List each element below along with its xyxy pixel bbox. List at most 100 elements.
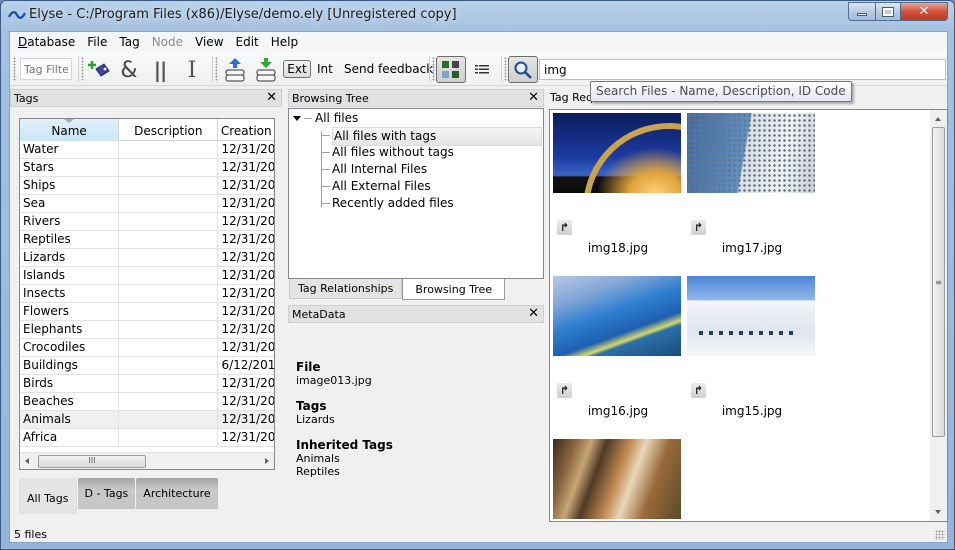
and-operator-button[interactable]: & [117,57,141,83]
table-row[interactable]: Reptiles 12/31/201 [20,231,274,249]
cell-description [119,213,219,230]
table-row[interactable]: Beaches 12/31/201 [20,393,274,411]
tree-item[interactable]: All files without tags [321,144,454,161]
file-thumbnail[interactable]: ↱ img16.jpg [553,276,683,418]
cell-creation: 12/31/201 [221,142,274,156]
metadata-file-value: image013.jpg [296,374,372,387]
table-row[interactable]: Elephants 12/31/201 [20,321,274,339]
column-header-description[interactable]: Description [119,119,219,141]
close-metadata-icon[interactable]: ✕ [528,306,539,321]
toolbar-grip[interactable] [13,57,16,81]
toolbar-grip[interactable] [432,57,435,81]
import-button[interactable] [254,58,278,82]
cell-creation: 12/31/201 [221,412,274,426]
scrollbar-thumb[interactable]: III [38,455,146,468]
menu-file[interactable]: File [81,32,113,52]
file-thumbnail[interactable] [553,439,683,519]
table-row[interactable]: Insects 12/31/201 [20,285,274,303]
and-operator-icon: & [120,57,138,83]
scroll-right-icon[interactable] [265,458,269,464]
import-icon [256,58,276,82]
cell-creation: 12/31/201 [221,160,274,174]
tree-root-all-files[interactable]: All files [293,111,358,125]
table-row[interactable]: Water 12/31/201 [20,141,274,159]
minimize-button[interactable] [848,2,875,21]
table-row[interactable]: Lizards 12/31/201 [20,249,274,267]
expand-arrow-icon[interactable] [293,115,301,121]
menu-database[interactable]: Database [12,32,81,52]
metadata-file-heading: File [296,360,321,374]
column-header-creation[interactable]: Creation [218,119,274,141]
internal-files-toggle[interactable]: Int [317,62,333,76]
table-row[interactable]: Birds 12/31/201 [20,375,274,393]
maximize-button[interactable] [875,2,901,21]
file-thumbnail[interactable]: ↱ img17.jpg [687,113,817,255]
or-operator-icon: || [153,58,168,82]
title-bar[interactable]: Elyse - C:/Program Files (x86)/Elyse/dem… [1,1,954,31]
close-tags-panel-icon[interactable]: ✕ [266,90,277,105]
tab-tag-relationships[interactable]: Tag Relationships [289,279,403,299]
tag-group-tabs: All Tags D - Tags Architecture [19,478,218,514]
thumbnail-image [553,276,681,356]
search-button[interactable] [508,56,538,83]
table-row[interactable]: Buildings 6/12/2016 [20,357,274,375]
tab-browsing-tree[interactable]: Browsing Tree [402,279,506,300]
thumbnail-image [687,113,815,193]
results-panel-title: Tag Req [550,91,594,104]
external-files-toggle[interactable]: Ext [283,60,311,78]
search-icon [514,61,532,79]
table-row[interactable]: Flowers 12/31/201 [20,303,274,321]
horizontal-scrollbar[interactable]: III [20,452,274,469]
table-body: Water 12/31/201 Stars 12/31/201 Ships 12/31/2… [20,141,274,447]
tree-item[interactable]: Recently added files [321,195,454,212]
tab-d-tags[interactable]: D - Tags [77,478,136,509]
menu-edit[interactable]: Edit [230,32,265,52]
table-row[interactable]: Islands 12/31/201 [20,267,274,285]
menu-view[interactable]: View [189,32,229,52]
vertical-scrollbar[interactable]: ≡ [930,110,947,521]
add-tag-button[interactable] [87,58,111,82]
thumbnail-view-button[interactable] [436,56,466,83]
or-operator-button[interactable]: || [148,58,172,82]
resize-grip[interactable] [935,530,945,540]
search-input[interactable] [539,59,946,80]
list-view-button[interactable] [470,58,494,82]
table-row[interactable]: Sea 12/31/201 [20,195,274,213]
not-operator-button[interactable]: I [180,58,204,83]
tab-architecture[interactable]: Architecture [136,478,218,509]
scrollbar-thumb[interactable]: ≡ [932,127,945,437]
file-thumbnail[interactable]: ↱ img18.jpg [553,113,683,255]
toolbar-grip[interactable] [81,57,84,81]
table-row[interactable]: Animals 12/31/201 [20,411,274,429]
toolbar-grip[interactable] [504,57,507,81]
table-row[interactable]: Stars 12/31/201 [20,159,274,177]
tab-all-tags[interactable]: All Tags [19,478,77,514]
cell-name: Water [20,141,120,158]
menu-tag[interactable]: Tag [113,32,145,52]
column-header-name[interactable]: Name [20,119,120,141]
table-row[interactable]: Africa 12/31/201 [20,429,274,447]
send-feedback-button[interactable]: Send feedback [344,62,433,76]
table-row[interactable]: Crocodiles 12/31/201 [20,339,274,357]
scroll-up-icon[interactable] [935,117,941,121]
toolbar-grip[interactable] [215,57,218,81]
cell-description [119,177,219,194]
close-button[interactable]: ✕ [901,2,948,21]
menu-help[interactable]: Help [265,32,304,52]
tags-table: Name Description Creation Water 12/31/201… [19,118,275,470]
file-thumbnail[interactable]: ↱ img15.jpg [687,276,817,418]
close-browsing-tree-icon[interactable]: ✕ [528,90,539,105]
scroll-down-icon[interactable] [935,510,941,514]
tree-item[interactable]: All External Files [321,178,431,195]
tree-item[interactable]: All files with tags [321,127,542,146]
toolbar-separator [78,56,79,82]
table-row[interactable]: Ships 12/31/201 [20,177,274,195]
tree-item-label: All External Files [332,179,431,193]
tags-panel-title: Tags [14,92,39,105]
cell-description [119,285,219,302]
tree-item[interactable]: All Internal Files [321,161,427,178]
tag-filter-input[interactable] [20,58,72,80]
scroll-left-icon[interactable] [25,458,29,464]
table-row[interactable]: Rivers 12/31/201 [20,213,274,231]
export-button[interactable] [223,58,247,82]
